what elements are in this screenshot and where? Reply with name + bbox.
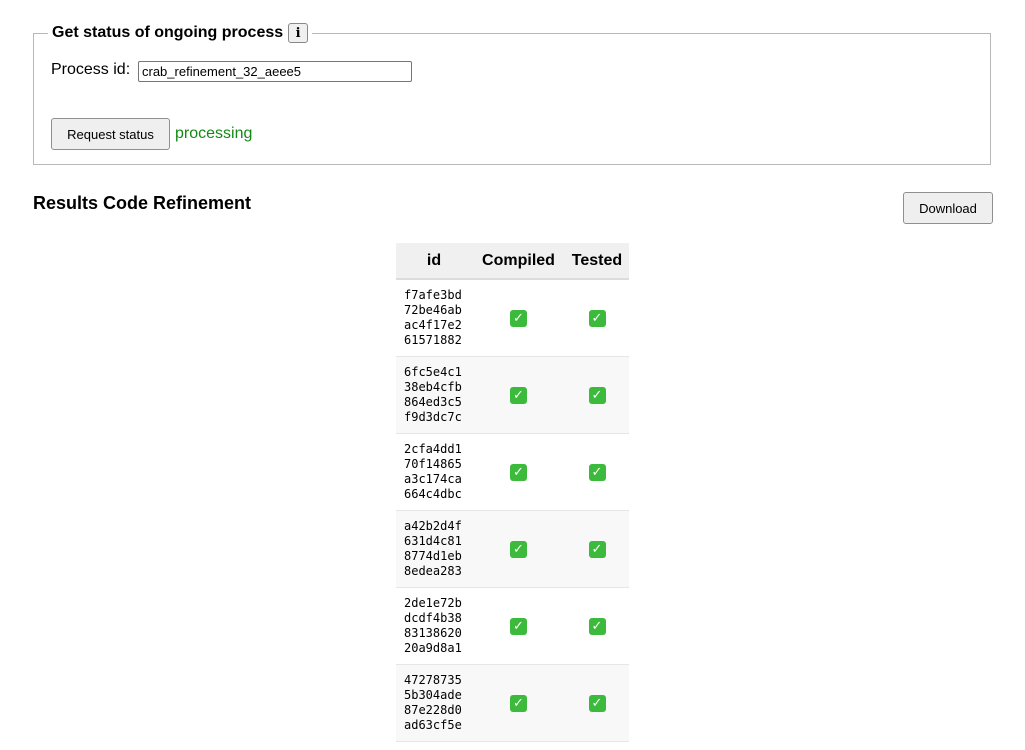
tested-check-icon: ✓ bbox=[588, 617, 606, 635]
row-compiled-cell: ✓ bbox=[472, 433, 565, 511]
row-compiled-cell: ✓ bbox=[472, 664, 565, 742]
info-icon[interactable]: i bbox=[288, 23, 309, 43]
tested-check-icon: ✓ bbox=[588, 540, 606, 558]
row-id-line: ac4f17e2 bbox=[404, 317, 462, 332]
table-header-row: id Compiled Tested bbox=[396, 243, 629, 280]
row-id-line: 664c4dbc bbox=[404, 486, 462, 501]
row-compiled-cell: ✓ bbox=[472, 356, 565, 434]
tested-check-icon: ✓ bbox=[588, 694, 606, 712]
status-fieldset bbox=[33, 33, 991, 165]
row-id-line: f7afe3bd bbox=[404, 287, 462, 302]
row-id-cell: 6fc5e4c1 38eb4cfb 864ed3c5 f9d3dc7c bbox=[396, 356, 472, 434]
status-legend: Get status of ongoing process i bbox=[48, 22, 313, 44]
row-id-cell: 2de1e72b dcdf4b38 83138620 20a9d8a1 bbox=[396, 587, 472, 665]
row-id-line: 61571882 bbox=[404, 332, 462, 347]
row-compiled-cell: ✓ bbox=[472, 279, 565, 357]
row-id-line: 47278735 bbox=[404, 672, 462, 687]
row-compiled-cell: ✓ bbox=[472, 587, 565, 665]
row-compiled-cell: ✓ bbox=[472, 510, 565, 588]
row-id-line: 83138620 bbox=[404, 625, 462, 640]
row-id-line: 2de1e72b bbox=[404, 595, 462, 610]
compiled-check-icon: ✓ bbox=[510, 463, 527, 481]
row-tested-cell: ✓ bbox=[565, 279, 629, 357]
row-id-line: 72be46ab bbox=[404, 302, 462, 317]
row-id-line: 70f14865 bbox=[404, 456, 462, 471]
tested-check-icon: ✓ bbox=[588, 386, 606, 404]
row-id-line: 8774d1eb bbox=[404, 548, 462, 563]
row-id-line: dcdf4b38 bbox=[404, 610, 462, 625]
row-tested-cell: ✓ bbox=[565, 356, 629, 434]
tested-check-icon: ✓ bbox=[588, 463, 606, 481]
results-title: Results Code Refinement bbox=[33, 193, 252, 213]
row-tested-cell: ✓ bbox=[565, 587, 629, 665]
row-id-line: 38eb4cfb bbox=[404, 379, 462, 394]
compiled-check-icon: ✓ bbox=[510, 540, 527, 558]
table-row: f7afe3bd 72be46ab ac4f17e2 61571882 ✓ ✓ bbox=[396, 279, 629, 357]
row-id-line: 631d4c81 bbox=[404, 533, 462, 548]
results-table: id Compiled Tested f7afe3bd 72be46ab ac4f1… bbox=[396, 243, 629, 742]
row-id-line: f9d3dc7c bbox=[404, 409, 462, 424]
column-header-tested: Tested bbox=[565, 243, 629, 280]
column-header-compiled: Compiled bbox=[472, 243, 565, 280]
row-tested-cell: ✓ bbox=[565, 433, 629, 511]
compiled-check-icon: ✓ bbox=[510, 617, 527, 635]
row-id-line: 6fc5e4c1 bbox=[404, 364, 462, 379]
request-status-button[interactable]: Request status bbox=[51, 118, 170, 150]
status-panel-title: Get status of ongoing process bbox=[52, 24, 284, 41]
row-tested-cell: ✓ bbox=[565, 510, 629, 588]
table-row: a42b2d4f 631d4c81 8774d1eb 8edea283 ✓ ✓ bbox=[396, 510, 629, 588]
row-tested-cell: ✓ bbox=[565, 664, 629, 742]
row-id-cell: 2cfa4dd1 70f14865 a3c174ca 664c4dbc bbox=[396, 433, 472, 511]
row-id-line: a42b2d4f bbox=[404, 518, 462, 533]
table-row: 2de1e72b dcdf4b38 83138620 20a9d8a1 ✓ ✓ bbox=[396, 587, 629, 665]
row-id-line: 8edea283 bbox=[404, 563, 462, 578]
row-id-line: a3c174ca bbox=[404, 471, 462, 486]
tested-check-icon: ✓ bbox=[588, 309, 606, 327]
row-id-cell: a42b2d4f 631d4c81 8774d1eb 8edea283 bbox=[396, 510, 472, 588]
row-id-cell: f7afe3bd 72be46ab ac4f17e2 61571882 bbox=[396, 279, 472, 357]
row-id-line: 2cfa4dd1 bbox=[404, 441, 462, 456]
download-button[interactable]: Download bbox=[903, 192, 993, 224]
compiled-check-icon: ✓ bbox=[510, 386, 527, 404]
row-id-line: 20a9d8a1 bbox=[404, 640, 462, 655]
process-id-input[interactable] bbox=[138, 61, 412, 82]
process-id-label: Process id: bbox=[51, 61, 131, 78]
row-id-cell: 47278735 5b304ade 87e228d0 ad63cf5e bbox=[396, 664, 472, 742]
row-id-line: 87e228d0 bbox=[404, 702, 462, 717]
status-text: processing bbox=[175, 125, 253, 142]
table-row: 47278735 5b304ade 87e228d0 ad63cf5e ✓ ✓ bbox=[396, 664, 629, 742]
table-row: 2cfa4dd1 70f14865 a3c174ca 664c4dbc ✓ ✓ bbox=[396, 433, 629, 511]
compiled-check-icon: ✓ bbox=[510, 694, 527, 712]
row-id-line: 864ed3c5 bbox=[404, 394, 462, 409]
column-header-id: id bbox=[396, 243, 472, 280]
compiled-check-icon: ✓ bbox=[510, 309, 527, 327]
table-row: 6fc5e4c1 38eb4cfb 864ed3c5 f9d3dc7c ✓ ✓ bbox=[396, 356, 629, 434]
row-id-line: ad63cf5e bbox=[404, 717, 462, 732]
row-id-line: 5b304ade bbox=[404, 687, 462, 702]
